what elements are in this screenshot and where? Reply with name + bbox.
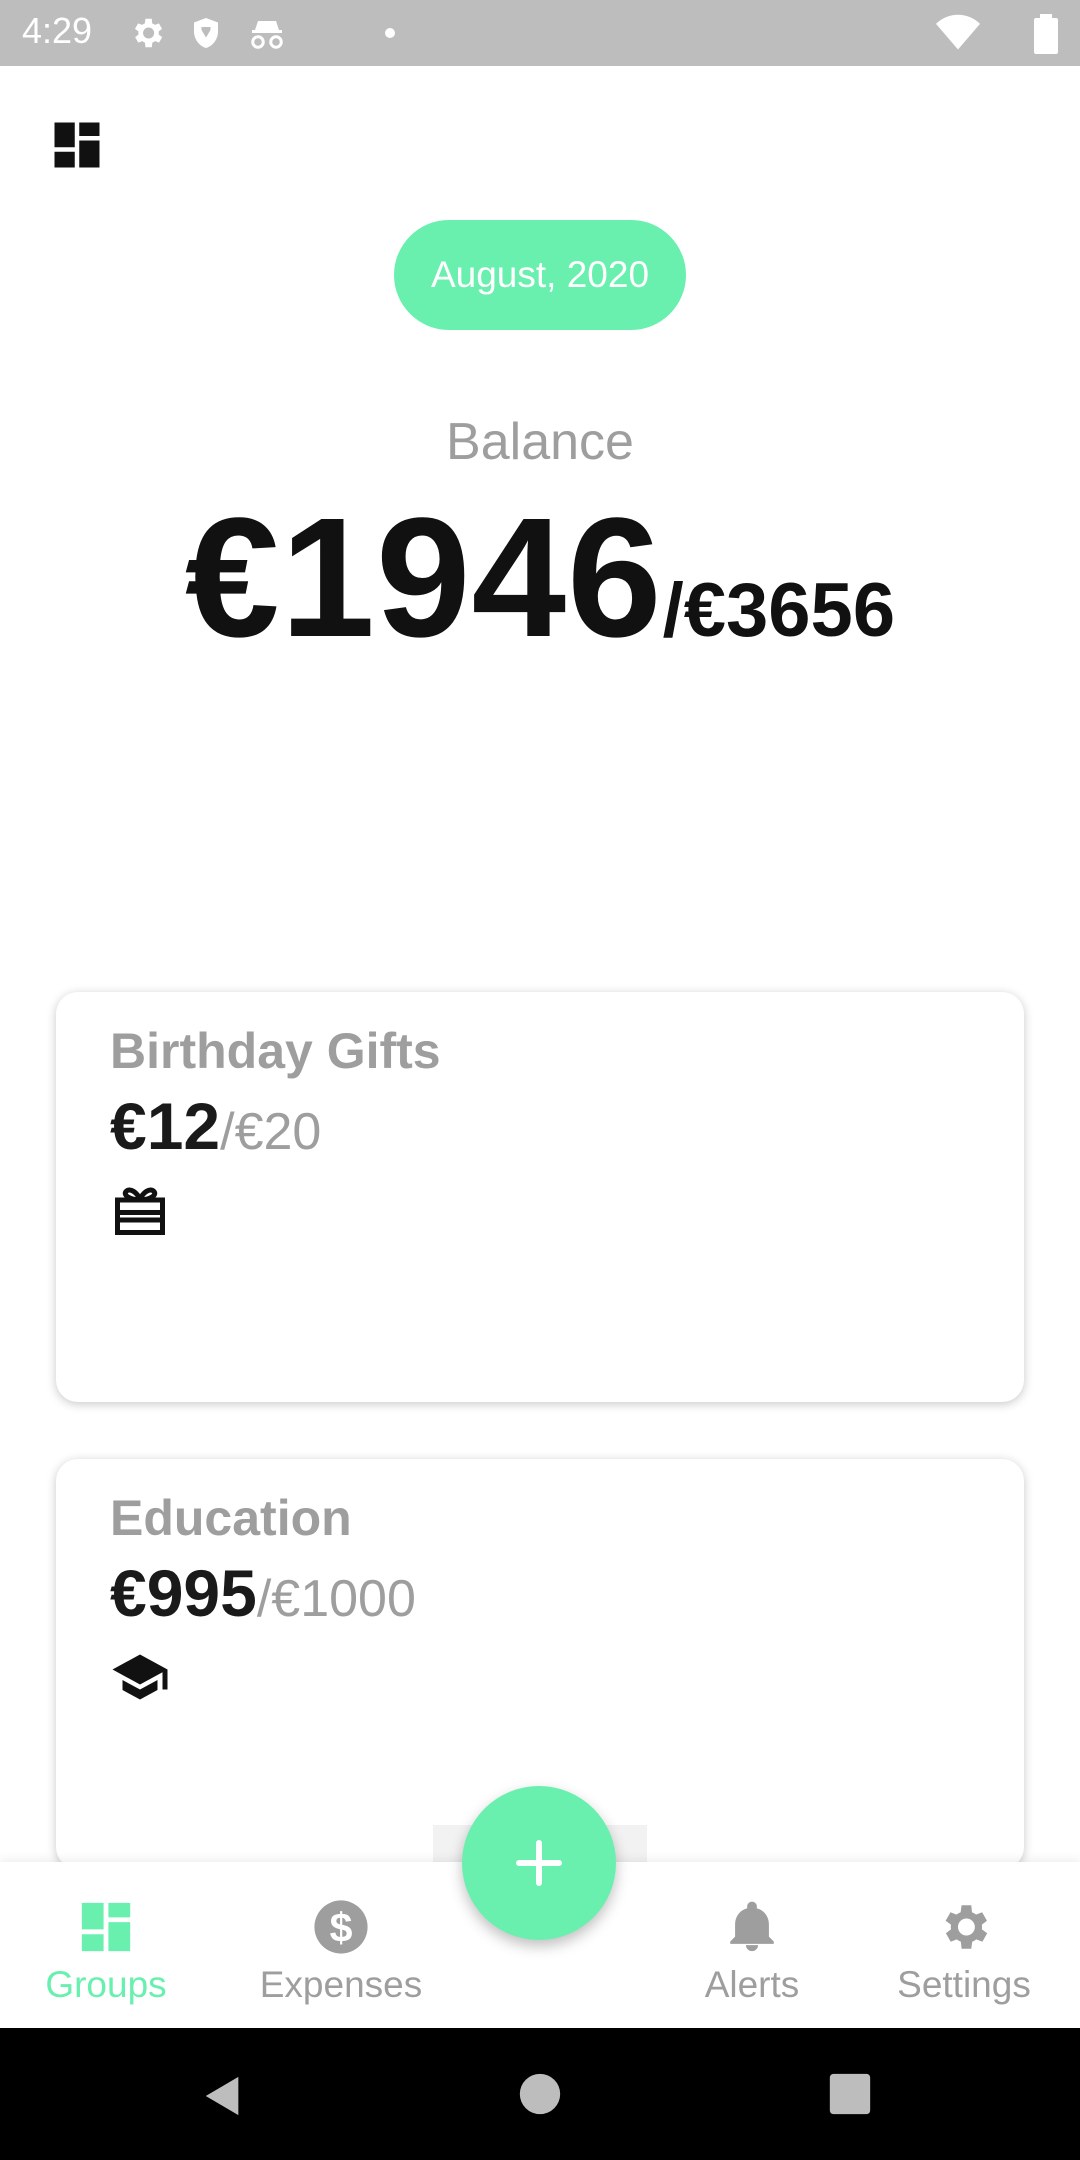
group-spent: €12 [110, 1089, 221, 1163]
gift-card-icon [115, 1187, 165, 1235]
settings-status-icon [134, 18, 163, 48]
status-bar: 4:29 [0, 0, 1080, 66]
dashboard-icon [81, 1902, 131, 1952]
dashboard-menu-icon[interactable] [50, 118, 104, 172]
nav-label-groups: Groups [45, 1964, 167, 2005]
add-group-button[interactable] [462, 1786, 616, 1940]
group-amount: €995/€1000 [110, 1555, 416, 1631]
group-title: Education [110, 1490, 352, 1546]
group-title: Birthday Gifts [110, 1023, 441, 1079]
nav-item-settings[interactable]: Settings [876, 1862, 1052, 2028]
group-card-birthday-gifts[interactable]: Birthday Gifts €12/€20 [56, 992, 1024, 1402]
back-icon[interactable] [200, 2072, 246, 2120]
group-spent: €995 [110, 1556, 257, 1630]
balance-spent: €1946 [184, 483, 663, 673]
dollar-circle-icon: $ [314, 1900, 368, 1954]
balance-label: Balance [446, 413, 634, 471]
notification-dot-icon [385, 28, 395, 38]
nav-label-alerts: Alerts [704, 1964, 800, 2005]
recents-icon[interactable] [828, 2072, 872, 2116]
battery-icon [1034, 14, 1058, 54]
nav-item-groups[interactable]: Groups [0, 1862, 212, 2028]
balance-value: €1946/€3656 [0, 480, 1080, 676]
nav-label-settings: Settings [897, 1964, 1031, 2005]
nav-label-expenses: Expenses [259, 1964, 423, 2005]
bell-icon [730, 1901, 774, 1952]
system-nav-bar [0, 2028, 1080, 2160]
month-label: August, 2020 [430, 254, 650, 295]
svg-text:$: $ [330, 1905, 353, 1951]
balance-total: /€3656 [662, 568, 896, 653]
group-amount: €12/€20 [110, 1088, 321, 1164]
plus-icon [516, 1840, 562, 1886]
nav-item-alerts[interactable]: Alerts [672, 1862, 832, 2028]
month-selector[interactable]: August, 2020 [394, 220, 686, 330]
group-budget: /€1000 [256, 1570, 416, 1628]
nav-item-expenses[interactable]: $ Expenses [242, 1862, 440, 2028]
shield-status-icon [194, 18, 218, 48]
status-time: 4:29 [22, 10, 93, 51]
group-budget: /€20 [220, 1103, 322, 1161]
home-icon[interactable] [518, 2072, 562, 2116]
incognito-status-icon [251, 21, 283, 49]
graduation-cap-icon [112, 1654, 168, 1700]
gear-icon [945, 1905, 988, 1949]
wifi-icon [936, 14, 980, 50]
